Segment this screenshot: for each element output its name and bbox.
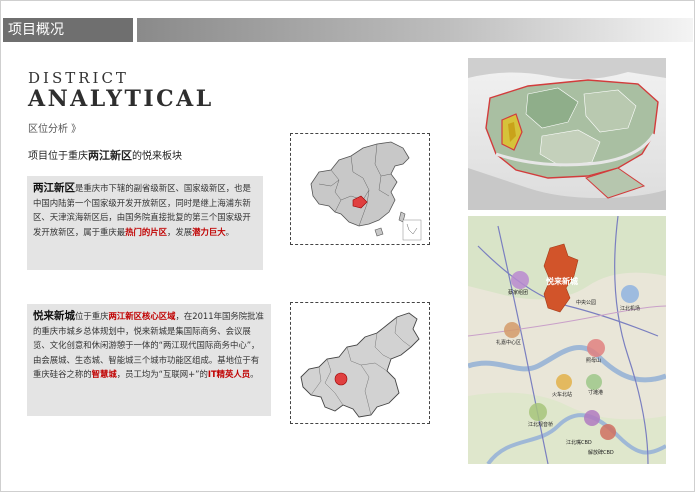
- intro-text: 项目位于重庆两江新区的悦来板块: [28, 147, 182, 163]
- card1-text2: ，发展: [167, 226, 193, 237]
- map-label-guanyinqiao: 江北观音桥: [528, 421, 553, 428]
- liangjiang-marker: [334, 372, 348, 386]
- map-label-cuntan: 寸滩港: [588, 389, 603, 396]
- card2-head: 悦来新城: [33, 310, 75, 322]
- map-label-airport: 江北机场: [620, 305, 640, 312]
- card1-highlight2: 潜力巨大: [192, 226, 226, 237]
- map-label-lijia: 礼嘉中心区: [496, 339, 521, 346]
- planning-map-image: 悦来新城 蔡家组团 中央公园 江北机场 礼嘉中心区 照母山 寸滩港 火车北站 江…: [468, 216, 666, 464]
- card2-highlight1: 两江新区核心区域: [108, 311, 176, 321]
- china-map: [290, 133, 430, 245]
- liangjiang-card: 两江新区是重庆市下辖的副省级新区、国家级新区，也是中国内陆第一个国家级开发开放新…: [27, 176, 263, 270]
- map-label-zhaomushan: 照母山: [586, 357, 601, 364]
- card1-highlight1: 热门的片区: [125, 226, 167, 237]
- intro-bold: 两江新区: [88, 149, 132, 162]
- intro-before: 项目位于重庆: [28, 151, 88, 162]
- header-gradient-bar: [137, 18, 693, 42]
- yuelai-card: 悦来新城位于重庆两江新区核心区域，在2011年国务院批准的重庆市城乡总体规划中，…: [27, 304, 271, 416]
- page-title: 项目概况: [3, 18, 133, 42]
- card1-head: 两江新区: [33, 182, 75, 194]
- chongqing-map: [290, 302, 430, 424]
- map-label-jiefangbei: 解放碑CBD: [588, 449, 614, 456]
- map-label-jiangbeizui: 江北嘴CBD: [566, 439, 592, 446]
- card2-text3: ，员工均为“互联网+”的: [116, 369, 208, 380]
- china-map-graphic: [310, 141, 422, 241]
- card2-text1: 位于重庆: [75, 311, 109, 321]
- chongqing-map-graphic: [300, 312, 420, 418]
- card2-highlight3: IT精英人员: [207, 369, 251, 380]
- heading-district: DISTRICT: [28, 69, 129, 87]
- card1-text3: 。: [225, 226, 234, 237]
- section-subtitle: 区位分析 》: [28, 124, 82, 135]
- planning-map-graphic: 悦来新城 蔡家组团 中央公园 江北机场 礼嘉中心区 照母山 寸滩港 火车北站 江…: [468, 216, 666, 464]
- map-label-caijia: 蔡家组团: [508, 289, 528, 296]
- map-label-north-station: 火车北站: [552, 391, 572, 398]
- intro-after: 的悦来板块: [132, 151, 182, 162]
- map-label-central-park: 中央公园: [576, 299, 596, 306]
- card2-text4: 。: [250, 369, 259, 380]
- map-label-yuelai: 悦来新城: [546, 276, 578, 286]
- aerial-masterplan-image: [468, 58, 666, 210]
- aerial-graphic: [468, 58, 666, 210]
- card2-highlight2: 智慧城: [91, 369, 117, 380]
- heading-analytical: ANALYTICAL: [28, 86, 214, 112]
